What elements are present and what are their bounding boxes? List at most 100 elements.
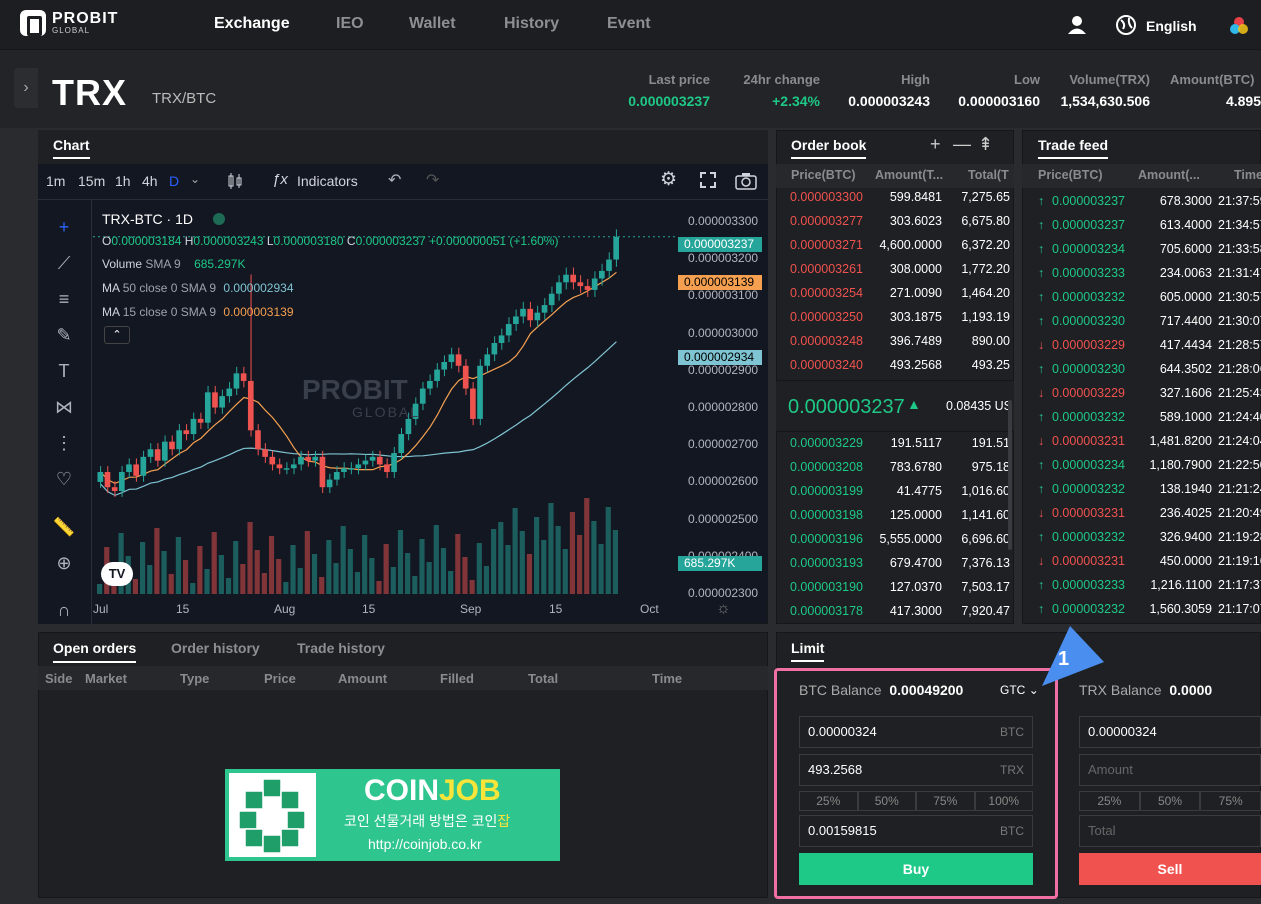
up-arrow-icon: ▲ xyxy=(907,396,921,412)
volume-bar xyxy=(233,541,239,594)
tab-trade-history[interactable]: Trade history xyxy=(297,640,385,656)
language-selector[interactable]: English xyxy=(1146,18,1197,34)
crosshair-icon[interactable]: + xyxy=(52,217,76,241)
heart-icon[interactable]: ♡ xyxy=(52,469,76,493)
sell-price-input[interactable]: 0.00000324 xyxy=(1079,716,1261,748)
asks-row[interactable]: 0.000003271 4,600.0000 6,372.20 xyxy=(790,238,1015,262)
settings-sun-icon[interactable]: ☼ xyxy=(716,600,731,618)
nav-ieo[interactable]: IEO xyxy=(336,15,364,33)
ruler-icon[interactable]: 📏 xyxy=(52,517,76,541)
ad-title: COINJOB xyxy=(364,774,501,808)
magnet-icon[interactable]: ∩ xyxy=(52,600,76,624)
ob-amount: 41.4775 xyxy=(896,484,942,498)
tradingview-logo[interactable]: TV xyxy=(101,562,133,586)
ob-price: 0.000003240 xyxy=(790,358,863,372)
bids-row[interactable]: 0.000003199 41.4775 1,016.60 xyxy=(790,484,1015,508)
asks-row[interactable]: 0.000003261 308.0000 1,772.20 xyxy=(790,262,1015,286)
chevron-down-icon[interactable]: ⌄ xyxy=(190,172,200,186)
sell-pct-75[interactable]: 75% xyxy=(1200,791,1261,811)
bids-row[interactable]: 0.000003208 783.6780 975.18 xyxy=(790,460,1015,484)
sell-button[interactable]: Sell xyxy=(1079,853,1261,885)
candle-body xyxy=(140,456,147,476)
y-tick-7: 0.000002600 xyxy=(688,474,759,489)
sell-pct-25[interactable]: 25% xyxy=(1079,791,1140,811)
fx-icon[interactable]: ƒx xyxy=(272,171,288,188)
bids-row[interactable]: 0.000003193 679.4700 7,376.13 xyxy=(790,556,1015,580)
volume-bar xyxy=(519,531,525,594)
tf-header-price: Price(BTC) xyxy=(1038,168,1103,182)
timeframe-15m[interactable]: 15m xyxy=(78,173,105,189)
candle-body xyxy=(104,472,111,488)
timeframe-1h[interactable]: 1h xyxy=(115,173,131,189)
tab-order-history[interactable]: Order history xyxy=(171,640,260,656)
bids-row[interactable]: 0.000003198 125.0000 1,141.60 xyxy=(790,508,1015,532)
bids-row[interactable]: 0.000003178 417.3000 7,920.47 xyxy=(790,604,1015,628)
zoom-in-icon[interactable]: ⊕ xyxy=(52,553,76,577)
gear-icon[interactable]: ⚙ xyxy=(660,168,677,191)
bids-row[interactable]: 0.000003229 191.5117 191.51 xyxy=(790,436,1015,460)
camera-icon[interactable] xyxy=(735,172,757,190)
volume-bar xyxy=(476,543,482,594)
measure-lines-icon[interactable]: ⋮ xyxy=(52,433,76,457)
bids-row[interactable]: 0.000003196 5,555.0000 6,696.60 xyxy=(790,532,1015,556)
col-price: Price xyxy=(264,671,296,686)
timeframe-d[interactable]: D xyxy=(169,173,179,189)
candle-body xyxy=(355,464,362,469)
sell-total-input[interactable]: Total xyxy=(1079,815,1261,847)
candle-body xyxy=(419,388,426,404)
tab-open-orders[interactable]: Open orders xyxy=(53,640,137,663)
globe-icon[interactable] xyxy=(1115,14,1137,36)
nav-wallet[interactable]: Wallet xyxy=(409,15,456,33)
user-icon[interactable] xyxy=(1067,15,1087,35)
candle-body xyxy=(398,434,405,454)
ma50-legend-label: MA xyxy=(102,281,120,295)
volume-bar xyxy=(347,549,353,594)
ma15-legend-label: MA xyxy=(102,305,120,319)
candle-body xyxy=(298,456,304,465)
minus-icon[interactable]: — xyxy=(953,134,971,155)
timeframe-4h[interactable]: 4h xyxy=(142,173,158,189)
asks-row[interactable]: 0.000003300 599.8481 7,275.65 xyxy=(790,190,1015,214)
probit-logo[interactable]: PROBIT GLOBAL xyxy=(20,10,118,36)
nav-exchange[interactable]: Exchange xyxy=(214,15,290,33)
indicators-button[interactable]: Indicators xyxy=(297,173,358,189)
text-icon[interactable]: T xyxy=(52,361,76,385)
asks-row[interactable]: 0.000003277 303.6023 6,675.80 xyxy=(790,214,1015,238)
asks-row[interactable]: 0.000003240 493.2568 493.25 xyxy=(790,358,1015,382)
bids-row[interactable]: 0.000003190 127.0370 7,503.17 xyxy=(790,580,1015,604)
collapse-legend-button[interactable]: ⌃ xyxy=(104,326,130,344)
candle-body xyxy=(290,464,297,469)
precision-icon[interactable]: ⇞ xyxy=(978,134,993,155)
arrow-up-icon: ↑ xyxy=(1038,482,1045,496)
chart-title: TRX-BTC · 1D xyxy=(102,211,193,227)
trade-amount: 138.1940 xyxy=(1159,482,1212,496)
tab-limit[interactable]: Limit xyxy=(791,640,825,662)
asks-row[interactable]: 0.000003248 396.7489 890.00 xyxy=(790,334,1015,358)
asks-row[interactable]: 0.000003254 271.0090 1,464.20 xyxy=(790,286,1015,310)
order-book-scrollbar[interactable] xyxy=(1008,400,1012,550)
arrow-up-icon: ↑ xyxy=(1038,458,1045,472)
brush-icon[interactable]: ✎ xyxy=(52,325,76,349)
tab-chart[interactable]: Chart xyxy=(53,137,90,159)
volume-bar xyxy=(333,563,339,594)
asks-row[interactable]: 0.000003250 303.1875 1,193.19 xyxy=(790,310,1015,334)
side-panel-toggle[interactable]: › xyxy=(14,68,38,108)
redo-icon[interactable]: ↷ xyxy=(426,170,439,190)
nav-event[interactable]: Event xyxy=(607,15,651,33)
fullscreen-icon[interactable] xyxy=(700,172,716,188)
undo-icon[interactable]: ↶ xyxy=(388,170,401,190)
nav-history[interactable]: History xyxy=(504,15,559,33)
candles-icon[interactable] xyxy=(226,172,244,190)
plus-icon[interactable]: + xyxy=(930,134,941,155)
sell-amount-input[interactable]: Amount xyxy=(1079,754,1261,786)
ad-url[interactable]: http://coinjob.co.kr xyxy=(368,836,482,852)
timeframe-1m[interactable]: 1m xyxy=(46,173,65,189)
pattern-icon[interactable]: ⋈ xyxy=(52,397,76,421)
trendline-icon[interactable]: ⟋ xyxy=(52,253,76,277)
tab-order-book[interactable]: Order book xyxy=(791,137,867,159)
horizontal-lines-icon[interactable]: ≡ xyxy=(52,289,76,313)
candle-body xyxy=(369,456,376,461)
sell-pct-50[interactable]: 50% xyxy=(1139,791,1201,811)
tab-trade-feed[interactable]: Trade feed xyxy=(1038,137,1109,159)
apps-icon[interactable] xyxy=(1228,15,1250,37)
